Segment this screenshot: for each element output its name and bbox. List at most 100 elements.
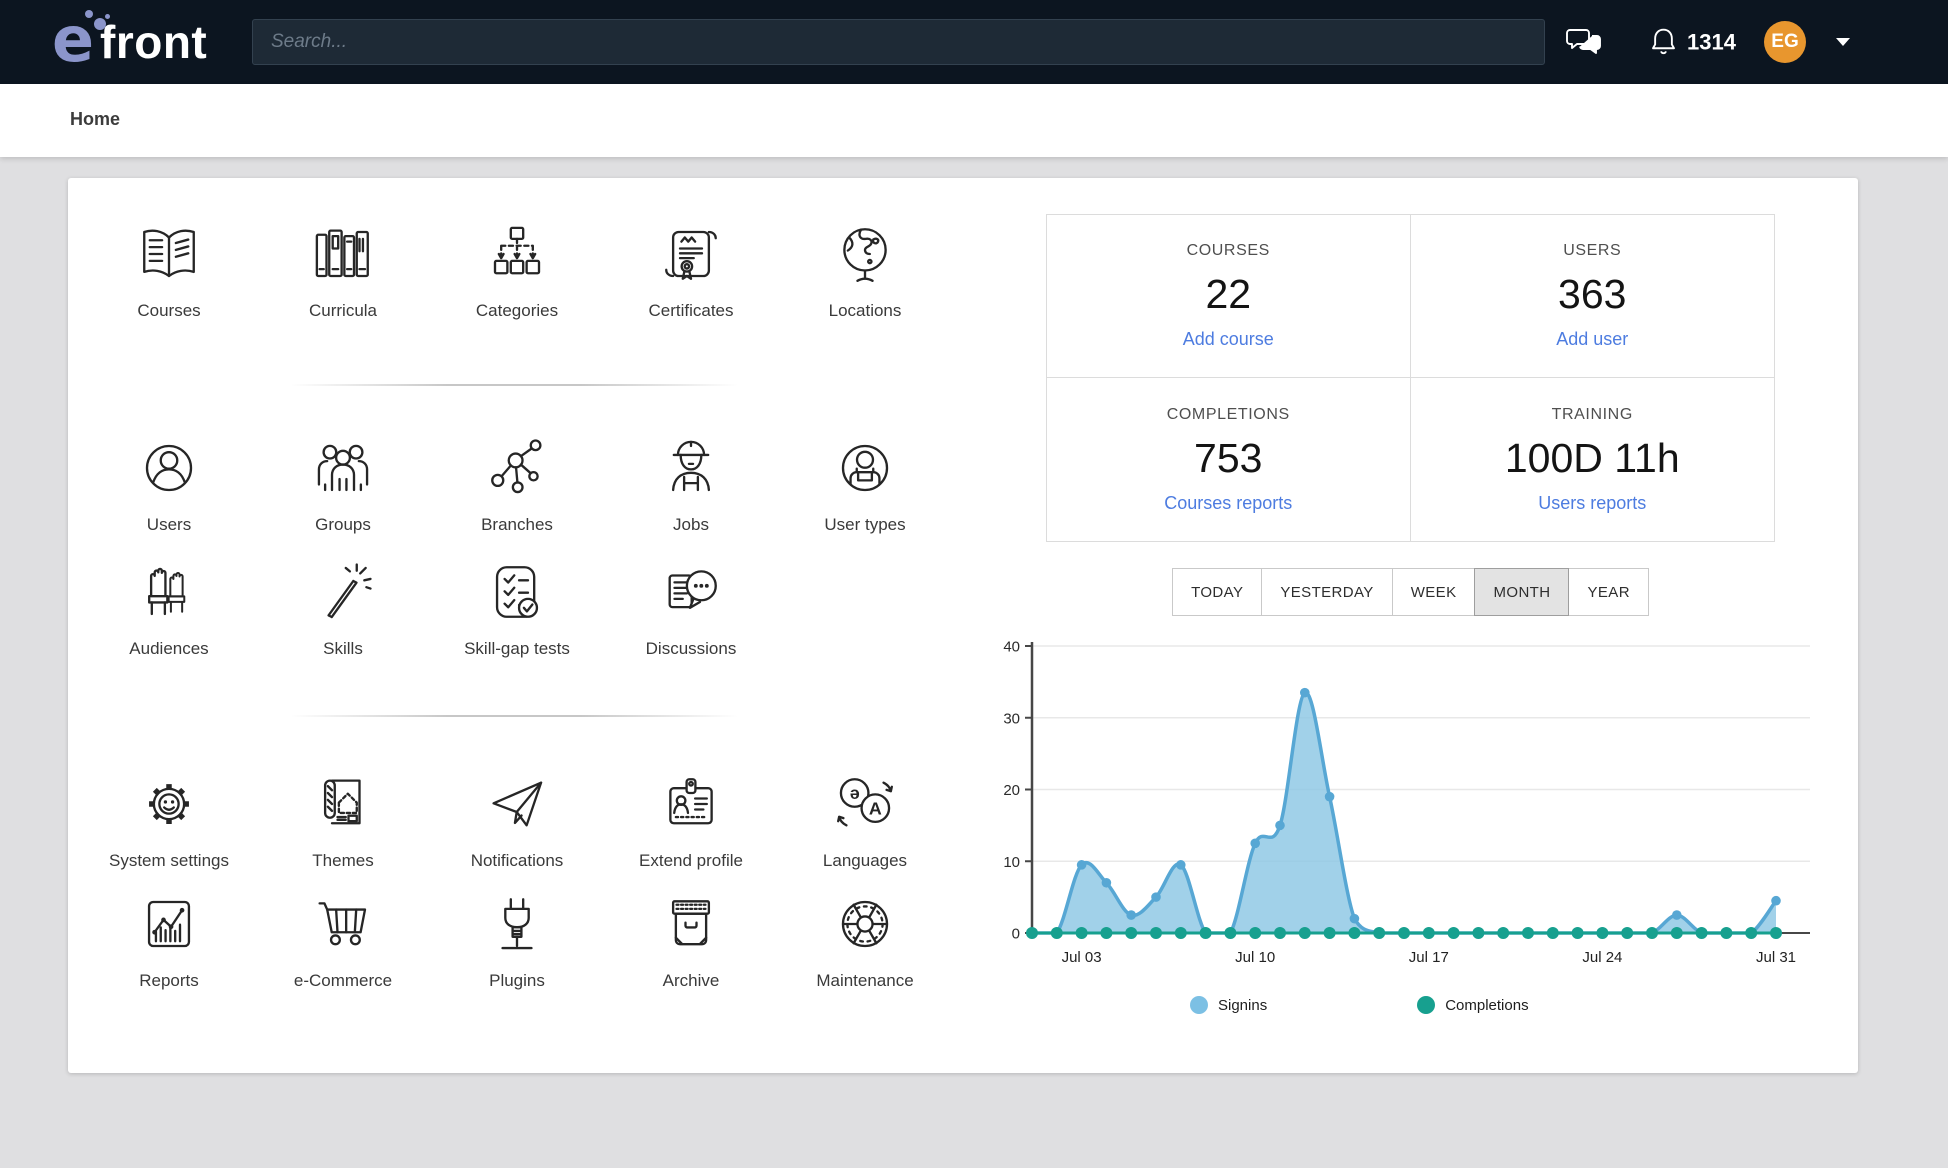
menu-item-plugins[interactable]: Plugins bbox=[430, 882, 604, 991]
menu-item-certificates[interactable]: Certificates bbox=[604, 212, 778, 321]
menu-item-audiences[interactable]: Audiences bbox=[82, 550, 256, 659]
top-navigation-bar: e front 1314 EG bbox=[0, 0, 1948, 84]
menu-item-maintenance[interactable]: Maintenance bbox=[778, 882, 952, 991]
menu-item-groups[interactable]: Groups bbox=[256, 426, 430, 535]
ecommerce-cart-icon bbox=[310, 882, 376, 966]
stat-title: COURSES bbox=[1186, 242, 1270, 259]
certificates-icon bbox=[658, 212, 724, 296]
menu-item-archive[interactable]: Archive bbox=[604, 882, 778, 991]
svg-text:Jul 10: Jul 10 bbox=[1235, 949, 1275, 966]
menu-item-categories[interactable]: Categories bbox=[430, 212, 604, 321]
menu-item-discussions[interactable]: Discussions bbox=[604, 550, 778, 659]
breadcrumb[interactable]: Home bbox=[70, 109, 120, 130]
menu-item-users[interactable]: Users bbox=[82, 426, 256, 535]
period-tabs: TODAY YESTERDAY WEEK MONTH YEAR bbox=[1046, 568, 1775, 616]
menu-item-branches[interactable]: Branches bbox=[430, 426, 604, 535]
reports-icon bbox=[136, 882, 202, 966]
menu-row-system: System settings Themes Notifications Ext… bbox=[82, 762, 952, 871]
menu-item-label: Courses bbox=[137, 301, 201, 320]
stats-cards: COURSES 22 Add course USERS 363 Add user… bbox=[1046, 214, 1775, 542]
languages-icon: ǝ A bbox=[832, 762, 898, 846]
legend-label: Signins bbox=[1218, 996, 1268, 1014]
notifications-paper-plane-icon bbox=[484, 762, 550, 846]
legend-signins: Signins bbox=[1190, 996, 1267, 1014]
system-settings-icon bbox=[136, 762, 202, 846]
stat-card-completions: COMPLETIONS 753 Courses reports bbox=[1047, 378, 1411, 541]
courses-reports-link[interactable]: Courses reports bbox=[1164, 493, 1292, 514]
menu-item-label: Reports bbox=[139, 971, 199, 990]
menu-item-label: Groups bbox=[315, 515, 371, 534]
extend-profile-icon bbox=[658, 762, 724, 846]
svg-text:A: A bbox=[869, 798, 882, 818]
avatar[interactable]: EG bbox=[1764, 21, 1806, 63]
logo-bubble-icon bbox=[85, 10, 93, 18]
menu-item-extend-profile[interactable]: Extend profile bbox=[604, 762, 778, 871]
menu-section-divider bbox=[290, 715, 738, 717]
messages-icon[interactable] bbox=[1566, 27, 1602, 57]
notification-count: 1314 bbox=[1687, 29, 1736, 54]
tab-year[interactable]: YEAR bbox=[1568, 568, 1649, 616]
stat-value: 100D 11h bbox=[1504, 434, 1680, 481]
menu-item-courses[interactable]: Courses bbox=[82, 212, 256, 321]
skills-icon bbox=[310, 550, 376, 634]
menu-row-skills: Audiences Skills Skill-gap tests Discuss… bbox=[82, 550, 952, 659]
users-icon bbox=[136, 426, 202, 510]
plugins-plug-icon bbox=[484, 882, 550, 966]
menu-item-label: Jobs bbox=[673, 515, 709, 534]
svg-text:Jul 03: Jul 03 bbox=[1062, 949, 1102, 966]
menu-item-ecommerce[interactable]: e-Commerce bbox=[256, 882, 430, 991]
menu-item-label: Archive bbox=[662, 971, 720, 990]
menu-item-skill-gap-tests[interactable]: Skill-gap tests bbox=[430, 550, 604, 659]
chart-legend: Signins Completions bbox=[1190, 996, 1529, 1014]
discussions-icon bbox=[658, 550, 724, 634]
locations-icon bbox=[832, 212, 898, 296]
bell-icon bbox=[1652, 28, 1675, 55]
menu-item-label: User types bbox=[824, 515, 906, 534]
stat-value: 22 bbox=[1205, 271, 1252, 317]
tab-today[interactable]: TODAY bbox=[1172, 568, 1263, 616]
users-reports-link[interactable]: Users reports bbox=[1538, 493, 1646, 514]
svg-text:Jul 24: Jul 24 bbox=[1582, 949, 1622, 966]
menu-item-label: Categories bbox=[475, 301, 559, 320]
svg-text:Jul 31: Jul 31 bbox=[1756, 949, 1796, 966]
add-course-link[interactable]: Add course bbox=[1183, 329, 1274, 350]
audiences-icon bbox=[136, 550, 202, 634]
search-input[interactable] bbox=[252, 19, 1545, 65]
svg-text:40: 40 bbox=[1003, 639, 1020, 656]
menu-item-jobs[interactable]: Jobs bbox=[604, 426, 778, 535]
user-types-icon bbox=[832, 426, 898, 510]
tab-month[interactable]: MONTH bbox=[1474, 568, 1570, 616]
tab-week[interactable]: WEEK bbox=[1391, 568, 1476, 616]
svg-text:Jul 17: Jul 17 bbox=[1409, 949, 1449, 966]
menu-item-languages[interactable]: ǝ A Languages bbox=[778, 762, 952, 871]
jobs-icon bbox=[658, 426, 724, 510]
menu-item-label: Audiences bbox=[129, 639, 209, 658]
menu-item-user-types[interactable]: User types bbox=[778, 426, 952, 535]
chevron-down-icon[interactable] bbox=[1836, 38, 1850, 46]
menu-item-reports[interactable]: Reports bbox=[82, 882, 256, 991]
menu-item-system-settings[interactable]: System settings bbox=[82, 762, 256, 871]
menu-item-skills[interactable]: Skills bbox=[256, 550, 430, 659]
efront-logo[interactable]: e front bbox=[52, 6, 242, 76]
add-user-link[interactable]: Add user bbox=[1556, 329, 1628, 350]
maintenance-icon bbox=[832, 882, 898, 966]
svg-text:ǝ: ǝ bbox=[850, 783, 860, 803]
stat-card-courses: COURSES 22 Add course bbox=[1047, 215, 1411, 378]
menu-row-content: Courses Curricula Categories Certificate… bbox=[82, 212, 952, 321]
menu-item-curricula[interactable]: Curricula bbox=[256, 212, 430, 321]
tab-yesterday[interactable]: YESTERDAY bbox=[1261, 568, 1393, 616]
notifications-button[interactable]: 1314 bbox=[1650, 28, 1736, 57]
stat-value: 753 bbox=[1194, 434, 1263, 481]
curricula-icon bbox=[310, 212, 376, 296]
svg-text:30: 30 bbox=[1003, 710, 1020, 727]
menu-item-label: Discussions bbox=[645, 639, 737, 658]
skill-gap-tests-icon bbox=[484, 550, 550, 634]
menu-item-themes[interactable]: Themes bbox=[256, 762, 430, 871]
menu-item-label: Skills bbox=[323, 639, 363, 658]
menu-item-notifications[interactable]: Notifications bbox=[430, 762, 604, 871]
breadcrumb-bar: Home bbox=[0, 84, 1948, 157]
groups-icon bbox=[310, 426, 376, 510]
menu-item-locations[interactable]: Locations bbox=[778, 212, 952, 321]
logo-text: front bbox=[100, 16, 208, 68]
archive-box-icon bbox=[658, 882, 724, 966]
